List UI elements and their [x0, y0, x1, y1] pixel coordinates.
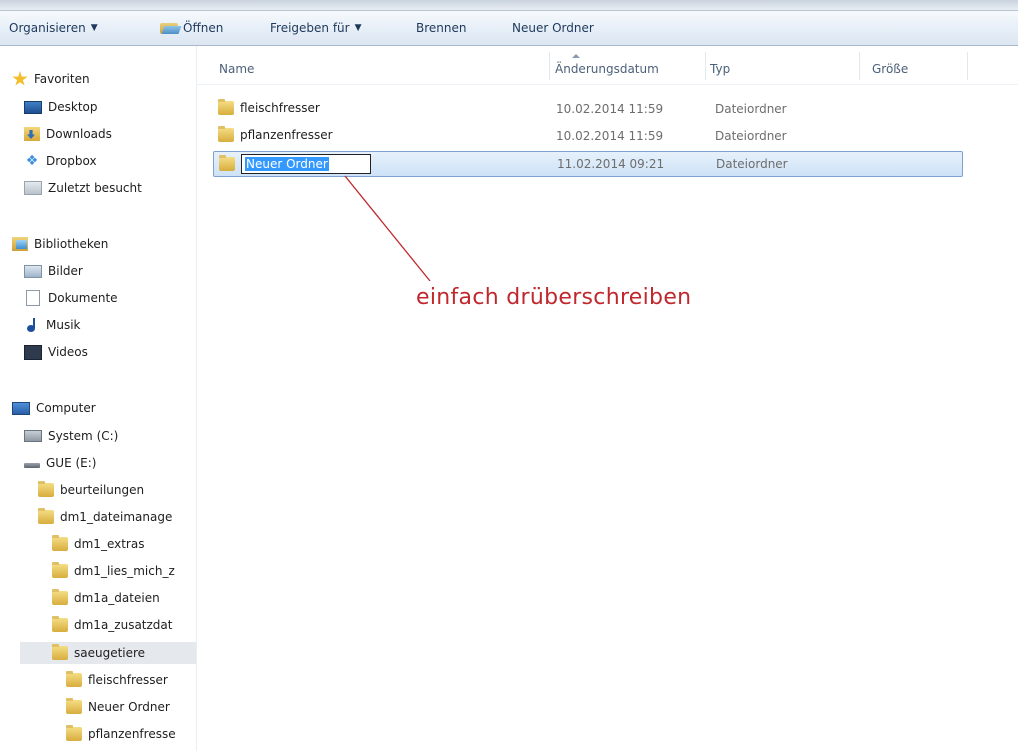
annotation-text: einfach drüberschreiben — [416, 285, 692, 310]
annotation-pointer-line — [344, 175, 431, 282]
